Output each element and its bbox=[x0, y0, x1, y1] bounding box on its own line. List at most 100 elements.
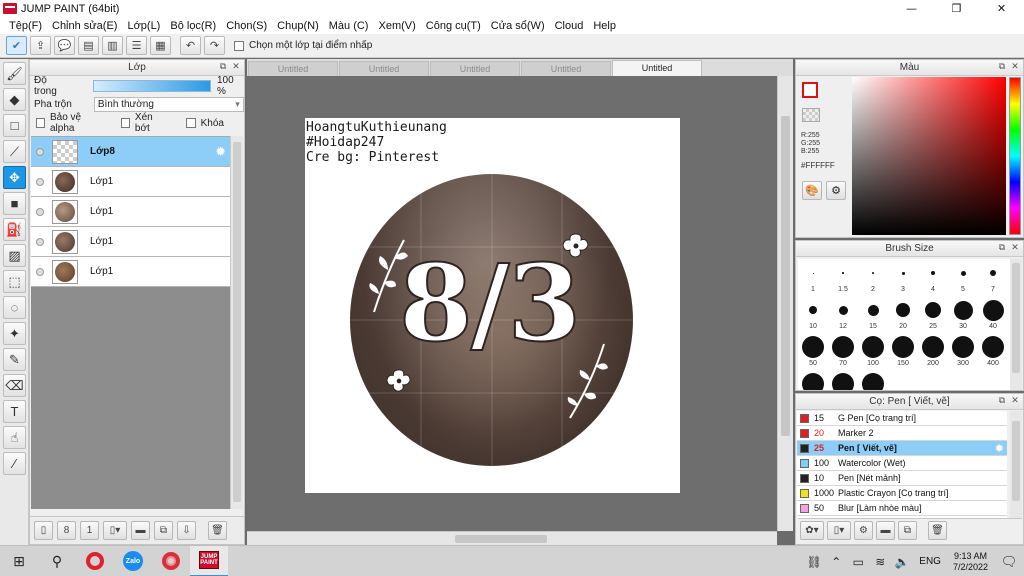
canvas-paper[interactable]: HoangtuKuthieunang #Hoidap247 Cre bg: Pi… bbox=[305, 118, 680, 493]
taskbar-jump-paint[interactable]: JUMP PAINT bbox=[190, 545, 228, 576]
grid-check-icon[interactable]: ▦ bbox=[150, 36, 171, 55]
close-button[interactable]: ✕ bbox=[979, 0, 1024, 17]
new-layer-8bit-icon[interactable]: 8 bbox=[57, 521, 76, 540]
saturation-value-field[interactable] bbox=[852, 77, 1006, 235]
panel-close-icon[interactable]: ✕ bbox=[231, 61, 241, 71]
brush-size-cell[interactable]: 300 bbox=[948, 333, 978, 370]
brush-size-cell[interactable]: 4 bbox=[918, 259, 948, 296]
page-icon[interactable]: ▥ bbox=[102, 36, 123, 55]
brush-size-cell[interactable]: 100 bbox=[858, 333, 888, 370]
menu-view[interactable]: Xem(V) bbox=[373, 20, 420, 32]
subtool-panel-scrollbar[interactable] bbox=[1010, 411, 1022, 518]
add-layer-menu-icon[interactable]: ▯▾ bbox=[103, 521, 127, 540]
brush-size-cell[interactable]: 15 bbox=[858, 296, 888, 333]
brush-size-cell[interactable]: 2 bbox=[858, 259, 888, 296]
scrollbar-thumb[interactable] bbox=[1012, 421, 1020, 501]
brush-size-cell[interactable]: 1.5 bbox=[828, 259, 858, 296]
lasso-tool-icon[interactable]: ◌ bbox=[3, 296, 26, 319]
tab-document[interactable]: Untitled bbox=[339, 61, 429, 76]
menu-help[interactable]: Help bbox=[588, 20, 621, 32]
redo-button[interactable]: ↷ bbox=[204, 36, 225, 55]
canvas-horizontal-scrollbar[interactable] bbox=[247, 531, 777, 545]
folder-icon[interactable]: ▬ bbox=[131, 521, 150, 540]
visibility-icon[interactable] bbox=[36, 267, 44, 276]
brush-size-cell[interactable] bbox=[858, 370, 888, 390]
new-layer-icon[interactable]: ▯ bbox=[34, 521, 53, 540]
panel-close-icon[interactable]: ✕ bbox=[1010, 61, 1020, 71]
palette-settings-icon[interactable]: ⚙ bbox=[826, 181, 846, 200]
minimize-button[interactable]: — bbox=[889, 0, 934, 17]
start-windows-icon[interactable]: ⊞ bbox=[0, 546, 38, 576]
search-icon[interactable]: ⚲ bbox=[38, 546, 76, 576]
blend-mode-select[interactable]: Bình thường bbox=[93, 97, 244, 112]
palette-icon[interactable]: 🎨 bbox=[802, 181, 822, 200]
subtool-item-selected[interactable]: 25 Pen [ Viết, vẽ] ✹ bbox=[797, 441, 1007, 456]
layer-list-scrollbar[interactable] bbox=[230, 136, 243, 509]
opacity-slider[interactable] bbox=[92, 79, 211, 92]
panel-float-icon[interactable]: ⧉ bbox=[997, 61, 1007, 71]
brush-size-cell[interactable]: 70 bbox=[828, 333, 858, 370]
delete-layer-icon[interactable]: 🗑 bbox=[208, 521, 227, 540]
export-icon[interactable]: ⇪ bbox=[30, 36, 51, 55]
taskbar-opera[interactable] bbox=[76, 546, 114, 576]
speech-bubble-icon[interactable]: 💬 bbox=[54, 36, 75, 55]
tab-document[interactable]: Untitled bbox=[521, 61, 611, 76]
visibility-icon[interactable] bbox=[36, 147, 44, 156]
protect-alpha-checkbox[interactable] bbox=[36, 118, 45, 128]
menu-color[interactable]: Màu (C) bbox=[324, 20, 374, 32]
brush-size-cell[interactable]: 7 bbox=[978, 259, 1008, 296]
caption-icon[interactable]: ▤ bbox=[78, 36, 99, 55]
brush-size-cell[interactable]: 10 bbox=[798, 296, 828, 333]
undo-button[interactable]: ↶ bbox=[180, 36, 201, 55]
layer-item[interactable]: Lớp1 bbox=[31, 227, 230, 257]
battery-icon[interactable]: ▭ bbox=[847, 555, 869, 569]
panel-float-icon[interactable]: ⧉ bbox=[997, 242, 1007, 252]
line-tool-icon[interactable]: ⟋ bbox=[3, 140, 26, 163]
brush-folder-icon[interactable]: ▬ bbox=[876, 521, 895, 540]
brush-size-cell[interactable]: 400 bbox=[978, 333, 1008, 370]
select-layer-checkbox[interactable] bbox=[234, 40, 244, 51]
brush-size-cell[interactable]: 3 bbox=[888, 259, 918, 296]
check-icon[interactable]: ✔ bbox=[6, 36, 27, 55]
scrollbar-thumb[interactable] bbox=[1012, 263, 1020, 373]
brush-size-cell[interactable]: 5 bbox=[948, 259, 978, 296]
menu-select[interactable]: Chọn(S) bbox=[221, 20, 272, 32]
list-icon[interactable]: ☰ bbox=[126, 36, 147, 55]
brush-duplicate-icon[interactable]: ⧉ bbox=[898, 521, 917, 540]
panel-close-icon[interactable]: ✕ bbox=[1010, 395, 1020, 405]
rect-select-tool-icon[interactable]: ⬚ bbox=[3, 270, 26, 293]
brush-panel-scrollbar[interactable] bbox=[1010, 259, 1022, 390]
subtool-item[interactable]: 100 Watercolor (Wet) bbox=[797, 456, 1007, 471]
brush-delete-icon[interactable]: 🗑 bbox=[928, 521, 947, 540]
brush-size-cell[interactable] bbox=[828, 370, 858, 390]
brush-size-cell[interactable]: 12 bbox=[828, 296, 858, 333]
brush-size-cell[interactable]: 50 bbox=[798, 333, 828, 370]
eyedropper-tool-icon[interactable]: ⁄ bbox=[3, 452, 26, 475]
merge-layer-icon[interactable]: ⇩ bbox=[177, 521, 196, 540]
subtool-item[interactable]: 50 Blur [Làm nhòe màu] bbox=[797, 501, 1007, 516]
scrollbar-thumb[interactable] bbox=[233, 142, 241, 502]
menu-edit[interactable]: Chỉnh sửa(E) bbox=[47, 20, 122, 32]
brush-size-cell[interactable]: 200 bbox=[918, 333, 948, 370]
canvas-area[interactable]: HoangtuKuthieunang #Hoidap247 Cre bg: Pi… bbox=[247, 76, 777, 531]
people-icon[interactable]: ⛓ bbox=[803, 555, 825, 569]
eraser-tool-icon[interactable]: ◆ bbox=[3, 88, 26, 111]
panel-float-icon[interactable]: ⧉ bbox=[997, 395, 1007, 405]
subtool-item[interactable]: 10 Pen [Nét mảnh] bbox=[797, 471, 1007, 486]
fill-rectangle-tool-icon[interactable]: ■ bbox=[3, 192, 26, 215]
layer-item[interactable]: Lớp1 bbox=[31, 167, 230, 197]
scrollbar-thumb[interactable] bbox=[455, 535, 547, 543]
brush-settings-icon[interactable]: ⚙ bbox=[854, 521, 873, 540]
visibility-icon[interactable] bbox=[36, 177, 44, 186]
brush-size-cell[interactable]: 25 bbox=[918, 296, 948, 333]
transparent-color-swatch[interactable] bbox=[802, 108, 820, 122]
clock[interactable]: 9:13 AM 7/2/2022 bbox=[953, 551, 988, 573]
volume-icon[interactable]: 🔈 bbox=[891, 555, 913, 569]
magic-wand-tool-icon[interactable]: ✦ bbox=[3, 322, 26, 345]
brush-size-cell[interactable]: 150 bbox=[888, 333, 918, 370]
layer-settings-gear-icon[interactable]: ✹ bbox=[215, 144, 226, 160]
taskbar-opera-gx[interactable] bbox=[152, 546, 190, 576]
menu-filter[interactable]: Bộ lọc(R) bbox=[165, 20, 221, 32]
gradient-tool-icon[interactable]: ▨ bbox=[3, 244, 26, 267]
hand-tool-icon[interactable]: ☝ bbox=[3, 426, 26, 449]
